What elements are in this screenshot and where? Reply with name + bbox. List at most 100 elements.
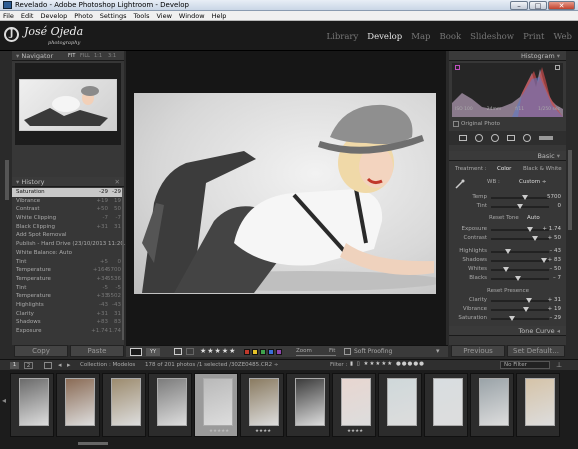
history-item[interactable]: Black Clipping +31 31 xyxy=(12,223,124,232)
color-label-blue[interactable] xyxy=(268,349,274,355)
original-photo-checkbox[interactable] xyxy=(453,121,459,127)
slider-value[interactable]: – 29 xyxy=(550,315,562,321)
slider-clarity[interactable]: Clarity + 31 xyxy=(453,297,563,305)
star-rating[interactable]: ★★★★★ xyxy=(200,347,236,355)
reset-presence-label[interactable]: Reset Presence xyxy=(487,288,529,294)
slider-track[interactable] xyxy=(491,195,549,200)
filmstrip-thumbnail[interactable] xyxy=(286,373,330,437)
filmstrip-thumbnail[interactable] xyxy=(102,373,146,437)
treatment-bw[interactable]: Black & White xyxy=(523,166,562,172)
history-item[interactable]: Temperature +164 5700 xyxy=(12,266,124,275)
histogram-header[interactable]: Histogram ▾ xyxy=(449,51,566,61)
history-item[interactable]: Exposure +1.74 1.74 xyxy=(12,327,124,336)
basic-header[interactable]: Basic ▾ xyxy=(449,151,566,161)
slider-knob[interactable] xyxy=(526,227,533,232)
filmstrip-thumbnail[interactable] xyxy=(516,373,560,437)
paste-button[interactable]: Paste xyxy=(70,345,124,357)
menu-photo[interactable]: Photo xyxy=(74,12,93,20)
flag-icon[interactable] xyxy=(174,348,182,355)
soft-proofing-checkbox[interactable] xyxy=(344,348,351,355)
set-default-button[interactable]: Set Default... xyxy=(507,345,565,357)
slider-track[interactable] xyxy=(491,258,549,263)
before-after-icon[interactable]: YY xyxy=(146,348,160,356)
back-arrow-icon[interactable]: ◂ xyxy=(58,361,62,369)
copy-button[interactable]: Copy xyxy=(14,345,68,357)
photo-count[interactable]: 178 of 201 photos /1 selected /30ZE0485.… xyxy=(145,362,278,368)
slider-knob[interactable] xyxy=(531,236,538,241)
loupe-view-icon[interactable] xyxy=(130,348,142,356)
forward-arrow-icon[interactable]: ▸ xyxy=(67,361,71,369)
slider-saturation[interactable]: Saturation – 29 xyxy=(453,315,563,323)
color-label-yellow[interactable] xyxy=(252,349,258,355)
navigator-header[interactable]: ▾ Navigator FIT FILL 1:1 3:1 xyxy=(12,51,124,61)
history-item[interactable]: Clarity +31 31 xyxy=(12,310,124,319)
slider-vibrance[interactable]: Vibrance + 19 xyxy=(453,306,563,314)
adjustment-brush-icon[interactable] xyxy=(539,136,553,140)
history-item[interactable]: Vibrance +19 19 xyxy=(12,197,124,206)
menu-develop[interactable]: Develop xyxy=(40,12,67,20)
wb-eyedropper-icon[interactable] xyxy=(455,179,465,189)
slider-track[interactable] xyxy=(491,276,549,281)
slider-value[interactable]: + 1.74 xyxy=(542,226,561,232)
treatment-color[interactable]: Color xyxy=(497,166,511,172)
slider-value[interactable]: – 43 xyxy=(550,248,562,254)
module-library[interactable]: Library xyxy=(326,32,358,42)
slider-highlights[interactable]: Highlights – 43 xyxy=(453,248,563,256)
filter-dropdown[interactable]: No Filter xyxy=(500,361,550,369)
filmstrip-scrollbar[interactable] xyxy=(78,442,108,445)
navigator-preview[interactable] xyxy=(15,63,121,145)
wb-value[interactable]: Custom ÷ xyxy=(519,179,546,185)
menu-help[interactable]: Help xyxy=(212,12,227,20)
slider-track[interactable] xyxy=(491,267,549,272)
module-book[interactable]: Book xyxy=(439,32,461,42)
slider-value[interactable]: + 50 xyxy=(548,235,561,241)
spot-removal-icon[interactable] xyxy=(475,134,483,142)
slider-value[interactable]: + 31 xyxy=(548,297,561,303)
history-item[interactable]: Contrast +50 50 xyxy=(12,205,124,214)
filmstrip-left-arrow-icon[interactable]: ◂ xyxy=(2,396,6,405)
history-item[interactable]: White Balance: Auto xyxy=(12,249,124,258)
main-photo[interactable] xyxy=(134,93,444,294)
tone-curve-header[interactable]: Tone Curve ◂ xyxy=(449,326,566,336)
menu-edit[interactable]: Edit xyxy=(21,12,34,20)
previous-button[interactable]: Previous xyxy=(451,345,505,357)
filmstrip-thumbnail[interactable]: ★★★★ xyxy=(332,373,376,437)
module-print[interactable]: Print xyxy=(523,32,544,42)
zoom-fit[interactable]: FIT xyxy=(68,51,75,61)
slider-track[interactable] xyxy=(491,236,549,241)
slider-knob[interactable] xyxy=(515,276,522,281)
red-eye-icon[interactable] xyxy=(491,134,499,142)
radial-filter-icon[interactable] xyxy=(523,134,531,142)
slider-knob[interactable] xyxy=(522,307,529,312)
slider-shadows[interactable]: Shadows + 83 xyxy=(453,257,563,265)
history-item[interactable]: Add Spot Removal xyxy=(12,231,124,240)
filmstrip-thumbnail[interactable] xyxy=(56,373,100,437)
history-item[interactable]: Shadows +83 83 xyxy=(12,318,124,327)
filmstrip-thumbnail[interactable] xyxy=(10,373,54,437)
tone-auto-button[interactable]: Auto xyxy=(527,215,540,221)
filmstrip-thumbnail[interactable]: ★★★★ xyxy=(240,373,284,437)
zoom-slider[interactable] xyxy=(296,355,336,356)
history-item[interactable]: Temperature +33 5502 xyxy=(12,292,124,301)
menu-file[interactable]: File xyxy=(3,12,14,20)
filmstrip-thumbnail[interactable] xyxy=(424,373,468,437)
menu-settings[interactable]: Settings xyxy=(100,12,127,20)
right-panel-scrollbar[interactable] xyxy=(568,150,572,230)
filmstrip-thumbnail[interactable] xyxy=(148,373,192,437)
grid-view-icon[interactable] xyxy=(44,362,52,369)
crop-tool-icon[interactable] xyxy=(459,135,467,141)
slider-knob[interactable] xyxy=(541,258,548,263)
filmstrip-thumbnail[interactable] xyxy=(378,373,422,437)
slider-contrast[interactable]: Contrast + 50 xyxy=(453,235,563,243)
menu-view[interactable]: View xyxy=(156,12,171,20)
history-item[interactable]: Tint +5 0 xyxy=(12,258,124,267)
slider-value[interactable]: – 50 xyxy=(550,266,562,272)
history-scrollbar[interactable] xyxy=(122,188,124,340)
slider-value[interactable]: 5700 xyxy=(547,194,561,200)
close-button[interactable]: ✕ xyxy=(548,1,575,10)
slider-temp[interactable]: Temp 5700 xyxy=(453,194,563,202)
history-item[interactable]: White Clipping -7 -7 xyxy=(12,214,124,223)
module-map[interactable]: Map xyxy=(411,32,430,42)
slider-tint[interactable]: Tint 0 xyxy=(453,203,563,211)
zoom-fill[interactable]: FILL xyxy=(80,51,90,61)
